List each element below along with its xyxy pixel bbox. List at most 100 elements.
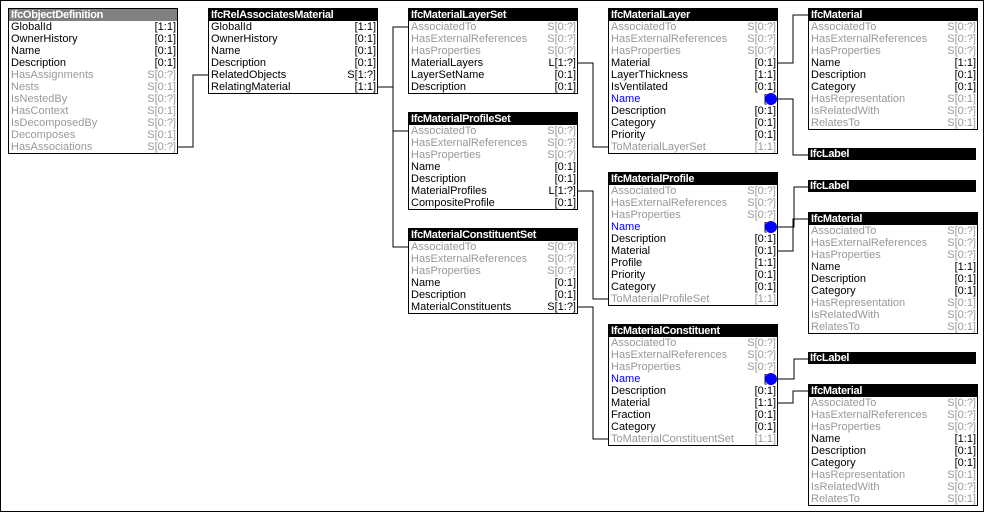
attribute-row-owner-history[interactable]: OwnerHistory [0:1] (9, 33, 177, 45)
attribute-row-has-properties[interactable]: HasProperties S[0:?] (609, 45, 777, 57)
entity-ifc-rel-associates-material[interactable]: IfcRelAssociatesMaterial GlobalId [1:1] Own… (208, 8, 378, 94)
attribute-row-associated-to[interactable]: AssociatedTo S[0:?] (609, 337, 777, 349)
attribute-row-name[interactable]: Name [0:1] (9, 45, 177, 57)
attribute-row-decomposes[interactable]: Decomposes S[0:1] (9, 129, 177, 141)
attribute-row-relates-to[interactable]: RelatesTo S[0:1] (809, 321, 977, 333)
attribute-row-material-profiles[interactable]: MaterialProfiles L[1:?] (409, 185, 577, 197)
attribute-row-layer-thickness[interactable]: LayerThickness [1:1] (609, 69, 777, 81)
attribute-row-associated-to[interactable]: AssociatedTo S[0:?] (809, 397, 977, 409)
attribute-row-associated-to[interactable]: AssociatedTo S[0:?] (409, 241, 577, 253)
attribute-row-name[interactable]: Name [1:1] (809, 57, 977, 69)
attribute-row-description[interactable]: Description [0:1] (809, 445, 977, 457)
attribute-row-description[interactable]: Description [0:1] (9, 57, 177, 69)
attribute-row-has-properties[interactable]: HasProperties S[0:?] (809, 421, 977, 433)
entity-ifc-material[interactable]: IfcMaterial AssociatedTo S[0:?] HasExternal… (808, 212, 978, 334)
attribute-row-associated-to[interactable]: AssociatedTo S[0:?] (409, 21, 577, 33)
entity-ifc-material[interactable]: IfcMaterial AssociatedTo S[0:?] HasExternal… (808, 384, 978, 506)
entity-ifc-material-constituent-set[interactable]: IfcMaterialConstituentSet AssociatedTo S[0… (408, 228, 578, 314)
attribute-row-priority[interactable]: Priority [0:1] (609, 269, 777, 281)
attribute-row-name[interactable]: Name[0: (609, 373, 777, 385)
attribute-row-to-material-layer-set[interactable]: ToMaterialLayerSet [1:1] (609, 141, 777, 153)
entity-ifc-label[interactable]: IfcLabel (808, 352, 976, 364)
attribute-row-description[interactable]: Description [0:1] (409, 173, 577, 185)
attribute-row-has-properties[interactable]: HasProperties S[0:?] (809, 249, 977, 261)
attribute-row-has-external-references[interactable]: HasExternalReferences S[0:?] (609, 349, 777, 361)
attribute-row-has-external-references[interactable]: HasExternalReferences S[0:?] (809, 237, 977, 249)
attribute-row-associated-to[interactable]: AssociatedTo S[0:?] (409, 125, 577, 137)
attribute-row-associated-to[interactable]: AssociatedTo S[0:?] (609, 185, 777, 197)
attribute-row-to-material-profile-set[interactable]: ToMaterialProfileSet [1:1] (609, 293, 777, 305)
entity-ifc-material-profile[interactable]: IfcMaterialProfile AssociatedTo S[0:?] HasE… (608, 172, 778, 306)
attribute-row-relating-material[interactable]: RelatingMaterial [1:1] (209, 81, 377, 93)
attribute-row-has-associations[interactable]: HasAssociations S[0:?] (9, 141, 177, 153)
entity-ifc-label[interactable]: IfcLabel (808, 148, 976, 160)
attribute-row-is-decomposed-by[interactable]: IsDecomposedBy S[0:?] (9, 117, 177, 129)
attribute-row-composite-profile[interactable]: CompositeProfile [0:1] (409, 197, 577, 209)
attribute-row-has-representation[interactable]: HasRepresentation S[0:1] (809, 93, 977, 105)
attribute-row-to-material-constituent-set[interactable]: ToMaterialConstituentSet [1:1] (609, 433, 777, 445)
attribute-row-name[interactable]: Name[0: (609, 93, 777, 105)
attribute-row-associated-to[interactable]: AssociatedTo S[0:?] (609, 21, 777, 33)
attribute-row-is-related-with[interactable]: IsRelatedWith S[0:?] (809, 309, 977, 321)
attribute-row-material[interactable]: Material [0:1] (609, 245, 777, 257)
attribute-row-associated-to[interactable]: AssociatedTo S[0:?] (809, 21, 977, 33)
entity-ifc-material-constituent[interactable]: IfcMaterialConstituent AssociatedTo S[0:?]… (608, 324, 778, 446)
attribute-row-name[interactable]: Name [0:1] (409, 277, 577, 289)
attribute-row-name[interactable]: Name[0: (609, 221, 777, 233)
attribute-row-profile[interactable]: Profile [1:1] (609, 257, 777, 269)
attribute-row-category[interactable]: Category [0:1] (609, 281, 777, 293)
attribute-row-nests[interactable]: Nests S[0:1] (9, 81, 177, 93)
attribute-row-name[interactable]: Name [1:1] (809, 433, 977, 445)
selected-attribute-dot-icon[interactable] (765, 373, 777, 385)
attribute-row-has-assignments[interactable]: HasAssignments S[0:?] (9, 69, 177, 81)
attribute-row-is-related-with[interactable]: IsRelatedWith S[0:?] (809, 481, 977, 493)
attribute-row-description[interactable]: Description [0:1] (609, 385, 777, 397)
attribute-row-material[interactable]: Material [0:1] (609, 57, 777, 69)
attribute-row-name[interactable]: Name [1:1] (809, 261, 977, 273)
attribute-row-relates-to[interactable]: RelatesTo S[0:1] (809, 117, 977, 129)
attribute-row-has-external-references[interactable]: HasExternalReferences S[0:?] (809, 33, 977, 45)
entity-ifc-material-layer-set[interactable]: IfcMaterialLayerSet AssociatedTo S[0:?] Has… (408, 8, 578, 94)
attribute-row-has-external-references[interactable]: HasExternalReferences S[0:?] (609, 33, 777, 45)
attribute-row-has-external-references[interactable]: HasExternalReferences S[0:?] (409, 137, 577, 149)
entity-ifc-material[interactable]: IfcMaterial AssociatedTo S[0:?] HasExternal… (808, 8, 978, 130)
selected-attribute-dot-icon[interactable] (765, 221, 777, 233)
attribute-row-description[interactable]: Description [0:1] (809, 69, 977, 81)
attribute-row-has-representation[interactable]: HasRepresentation S[0:1] (809, 469, 977, 481)
attribute-row-has-context[interactable]: HasContext S[0:1] (9, 105, 177, 117)
entity-ifc-material-layer[interactable]: IfcMaterialLayer AssociatedTo S[0:?] HasExt… (608, 8, 778, 154)
attribute-row-has-properties[interactable]: HasProperties S[0:?] (409, 45, 577, 57)
attribute-row-has-properties[interactable]: HasProperties S[0:?] (809, 45, 977, 57)
attribute-row-category[interactable]: Category [0:1] (609, 421, 777, 433)
attribute-row-has-external-references[interactable]: HasExternalReferences S[0:?] (409, 253, 577, 265)
attribute-row-fraction[interactable]: Fraction [0:1] (609, 409, 777, 421)
attribute-row-has-representation[interactable]: HasRepresentation S[0:1] (809, 297, 977, 309)
attribute-row-has-external-references[interactable]: HasExternalReferences S[0:?] (409, 33, 577, 45)
attribute-row-has-external-references[interactable]: HasExternalReferences S[0:?] (809, 409, 977, 421)
entity-ifc-material-profile-set[interactable]: IfcMaterialProfileSet AssociatedTo S[0:?] H… (408, 112, 578, 210)
attribute-row-description[interactable]: Description [0:1] (609, 105, 777, 117)
attribute-row-global-id[interactable]: GlobalId [1:1] (9, 21, 177, 33)
attribute-row-description[interactable]: Description [0:1] (809, 273, 977, 285)
entity-ifc-object-definition[interactable]: IfcObjectDefinition GlobalId [1:1] OwnerHis… (8, 8, 178, 154)
attribute-row-category[interactable]: Category [0:1] (809, 81, 977, 93)
selected-attribute-dot-icon[interactable] (765, 93, 777, 105)
attribute-row-material-constituents[interactable]: MaterialConstituents S[1:?] (409, 301, 577, 313)
attribute-row-has-properties[interactable]: HasProperties S[0:?] (609, 209, 777, 221)
attribute-row-category[interactable]: Category [0:1] (809, 285, 977, 297)
attribute-row-is-related-with[interactable]: IsRelatedWith S[0:?] (809, 105, 977, 117)
attribute-row-associated-to[interactable]: AssociatedTo S[0:?] (809, 225, 977, 237)
attribute-row-description[interactable]: Description [0:1] (409, 289, 577, 301)
attribute-row-has-properties[interactable]: HasProperties S[0:?] (409, 149, 577, 161)
attribute-row-related-objects[interactable]: RelatedObjects S[1:?] (209, 69, 377, 81)
attribute-row-description[interactable]: Description [0:1] (409, 81, 577, 93)
attribute-row-priority[interactable]: Priority [0:1] (609, 129, 777, 141)
attribute-row-name[interactable]: Name [0:1] (209, 45, 377, 57)
attribute-row-layer-set-name[interactable]: LayerSetName [0:1] (409, 69, 577, 81)
attribute-row-has-external-references[interactable]: HasExternalReferences S[0:?] (609, 197, 777, 209)
attribute-row-category[interactable]: Category [0:1] (809, 457, 977, 469)
attribute-row-material-layers[interactable]: MaterialLayers L[1:?] (409, 57, 577, 69)
attribute-row-relates-to[interactable]: RelatesTo S[0:1] (809, 493, 977, 505)
attribute-row-category[interactable]: Category [0:1] (609, 117, 777, 129)
entity-ifc-label[interactable]: IfcLabel (808, 180, 976, 192)
